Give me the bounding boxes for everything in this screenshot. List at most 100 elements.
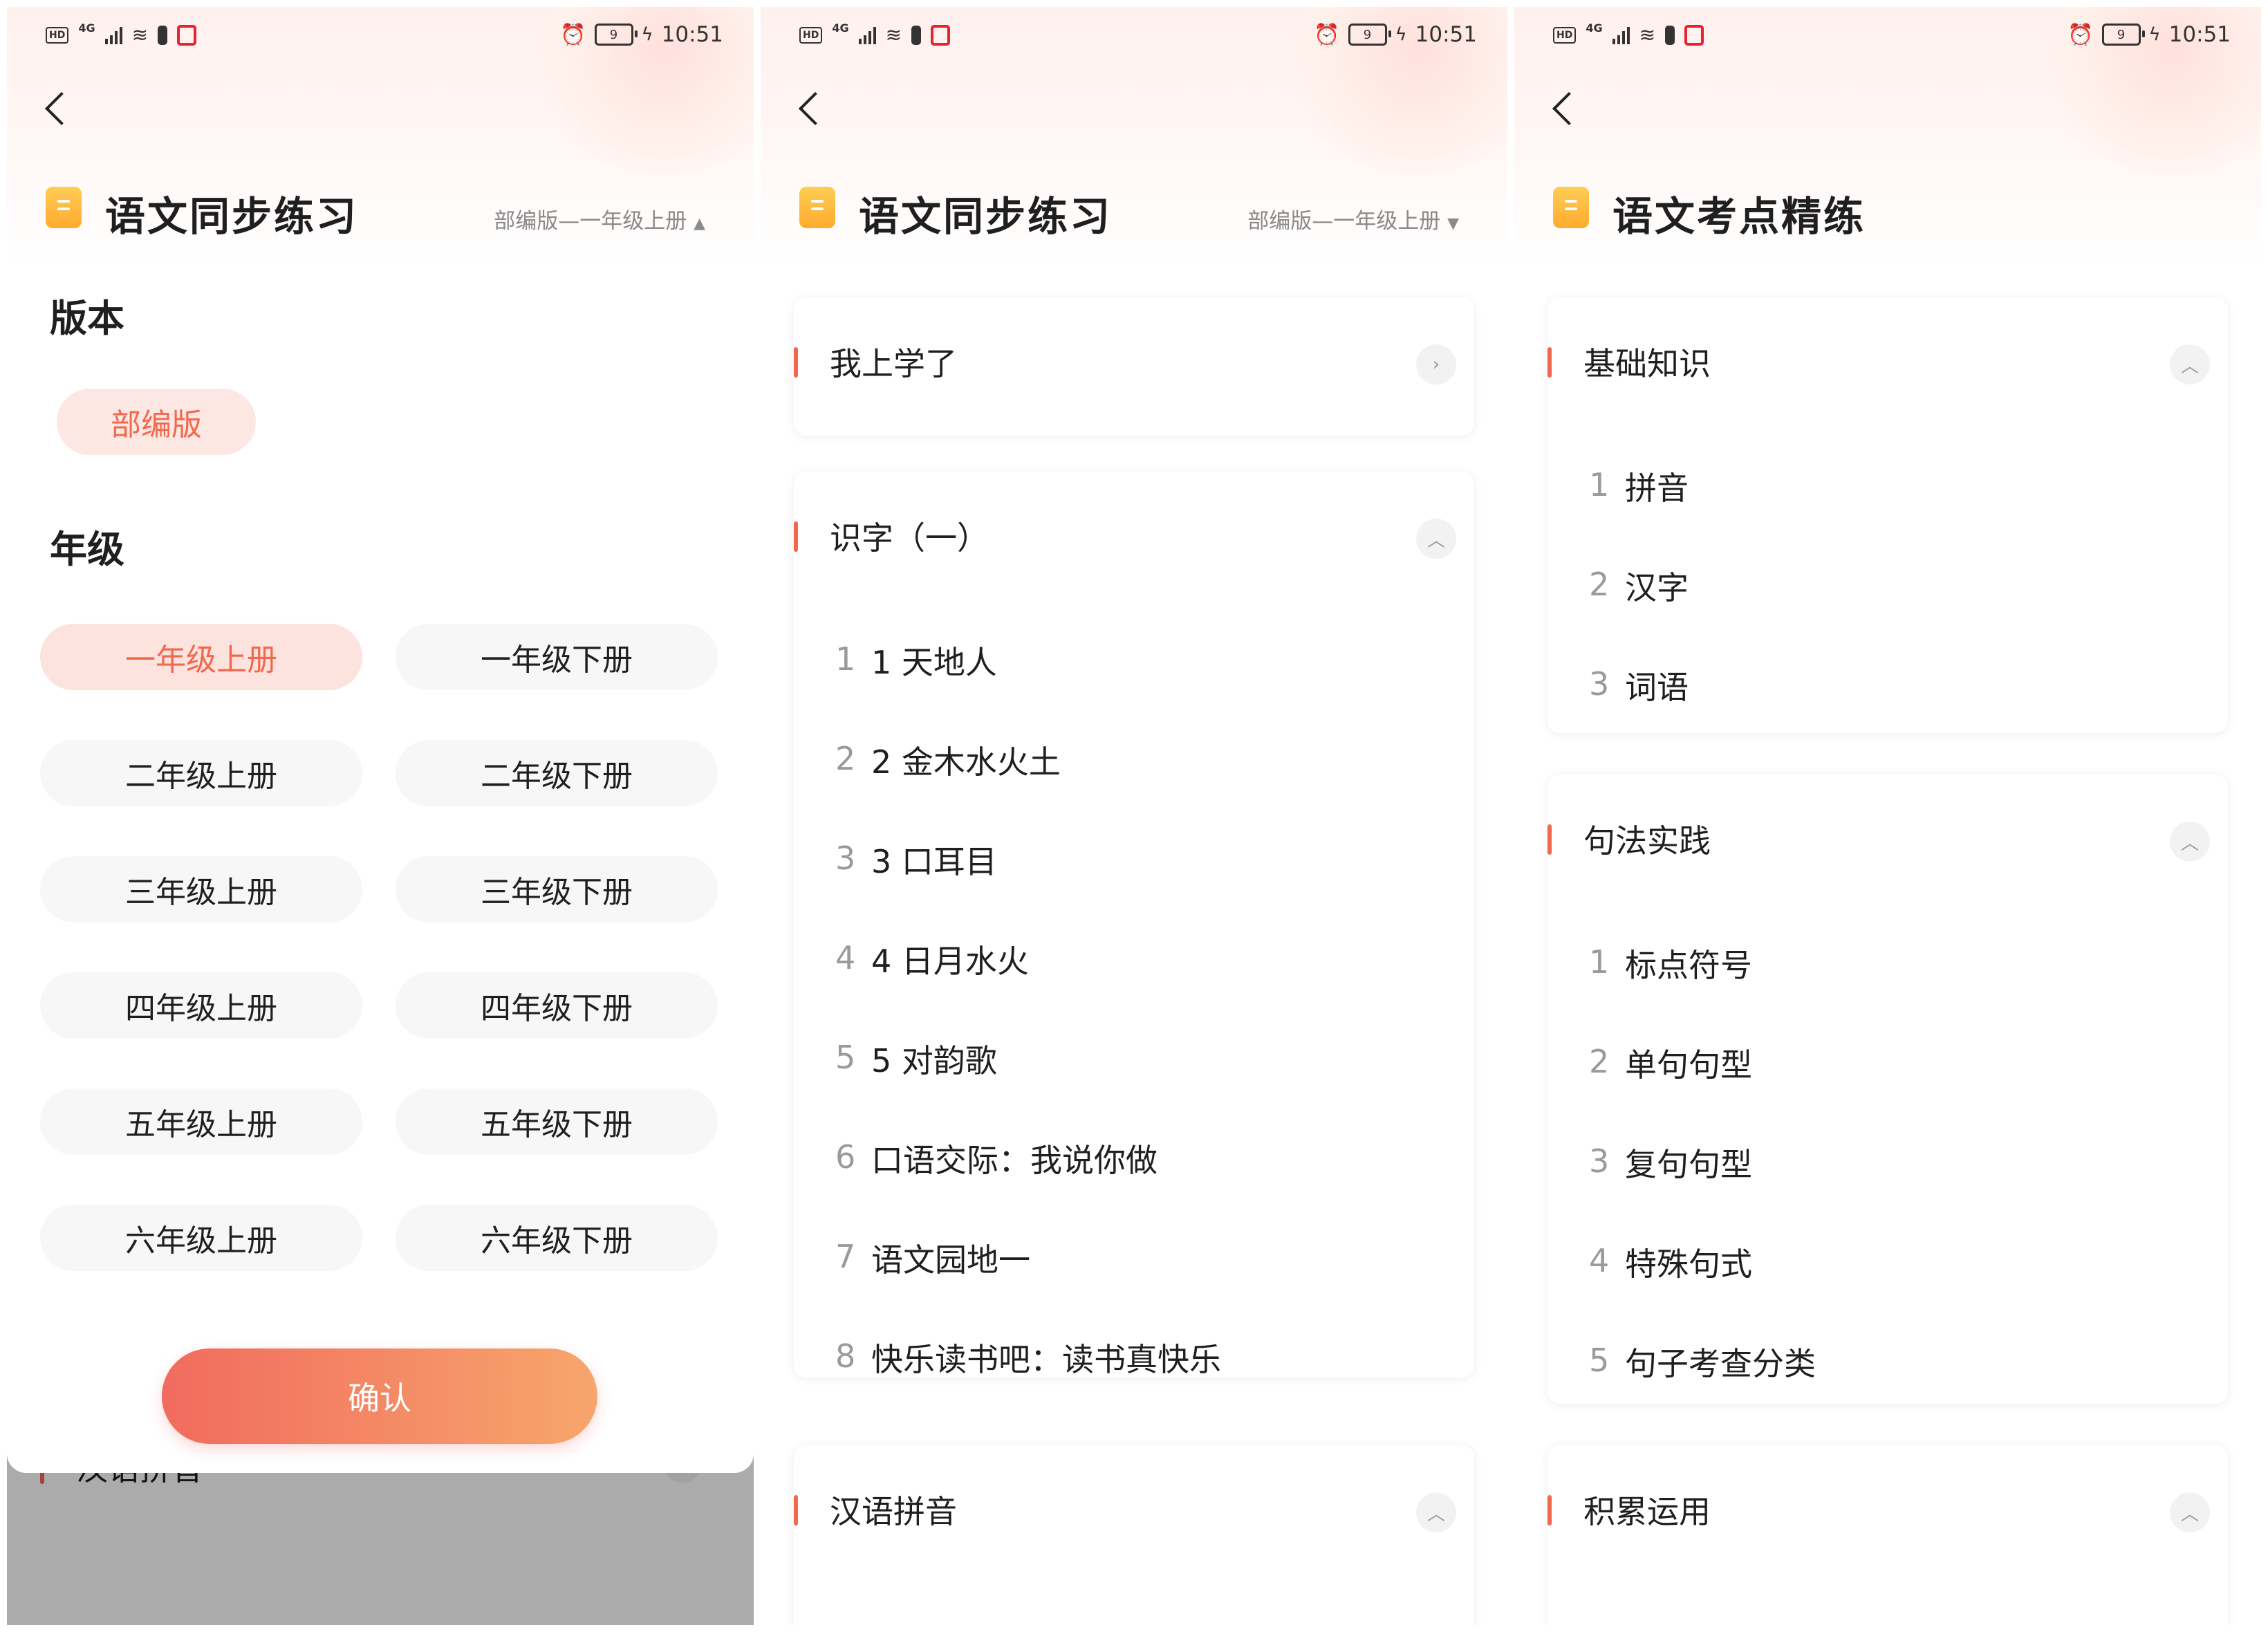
- list-item[interactable]: 1 标点符号: [1547, 913, 2228, 1012]
- grade-button[interactable]: 六年级下册: [396, 1205, 718, 1271]
- list-item[interactable]: 1 1 天地人: [794, 610, 1474, 710]
- unit-card-title: 句法实践: [1583, 822, 1711, 860]
- list-item[interactable]: 3 复句句型: [1547, 1112, 2228, 1212]
- grade-picker-sheet: 版本 部编版 年级 一年级上册 一年级下册 二年级上册 二年级下册 三年级上册 三年级下册…: [7, 235, 754, 1473]
- signal-icon: [1612, 26, 1630, 44]
- chevron-right-icon[interactable]: ›: [1416, 344, 1456, 384]
- unit-card-header[interactable]: 我上学了 ›: [794, 297, 1474, 436]
- notification-icon: [931, 24, 951, 46]
- list-item[interactable]: 8 快乐读书吧：读书真快乐: [794, 1307, 1474, 1407]
- title-row: 语文考点精练: [1553, 180, 2222, 240]
- list-item[interactable]: 2 单句句型: [1547, 1012, 2228, 1112]
- chevron-up-icon[interactable]: ︿: [1416, 519, 1456, 559]
- item-number: 8: [835, 1337, 856, 1375]
- grade-button[interactable]: 五年级下册: [396, 1088, 718, 1155]
- card-accent-bar: [794, 1495, 798, 1526]
- list-item[interactable]: 4 特殊句式: [1547, 1212, 2228, 1311]
- unit-card: 我上学了 ›: [794, 297, 1474, 436]
- list-item[interactable]: 1 拼音: [1547, 436, 2228, 535]
- unit-card-header[interactable]: 积累运用 ︿: [1547, 1445, 2228, 1584]
- confirm-button[interactable]: 确认: [162, 1348, 597, 1444]
- unit-card-header[interactable]: 汉语拼音 ︿: [794, 1445, 1474, 1584]
- charging-icon: ϟ: [641, 24, 653, 45]
- unit-card: 识字（一） ︿ 1 1 天地人 2 2 金木水火土 3 3 口耳目 4 4 日月水火 5 5 对韵歌 6…: [794, 472, 1474, 1378]
- battery-icon: 9: [594, 24, 638, 46]
- status-bar: HD 4G ≋ ⏰ 9 ϟ 10:51: [7, 7, 754, 69]
- list-item[interactable]: 5 句子考查分类: [1547, 1311, 2228, 1411]
- grade-button[interactable]: 五年级上册: [40, 1088, 362, 1155]
- status-time: 10:51: [2168, 22, 2231, 47]
- grade-button[interactable]: 二年级下册: [396, 740, 718, 806]
- item-number: 3: [1589, 1142, 1610, 1180]
- wifi-icon: ≋: [131, 24, 149, 46]
- unit-card-header[interactable]: 基础知识 ︿: [1547, 297, 2228, 436]
- card-accent-bar: [1547, 347, 1552, 378]
- status-bar: HD 4G ≋ ⏰ 9 ϟ 10:51: [1514, 7, 2261, 69]
- hd-badge: HD: [46, 26, 69, 44]
- unit-card-title: 积累运用: [1583, 1493, 1711, 1530]
- status-right: ⏰ 9 ϟ 10:51: [560, 22, 723, 47]
- grade-button[interactable]: 一年级上册: [40, 624, 362, 690]
- battery-saver-icon: [1665, 25, 1675, 45]
- item-label: 词语: [1625, 669, 1689, 706]
- unit-card-header[interactable]: 句法实践 ︿: [1547, 775, 2228, 913]
- item-label: 复句句型: [1625, 1146, 1752, 1183]
- chevron-up-icon[interactable]: ︿: [1416, 1492, 1456, 1532]
- version-grade-picker[interactable]: 部编版—一年级上册 ▼: [1247, 203, 1459, 234]
- item-number: 2: [1589, 566, 1610, 603]
- status-time: 10:51: [1415, 22, 1477, 47]
- title-row: 语文同步练习 部编版—一年级上册 ▼: [799, 180, 1469, 240]
- list-item[interactable]: 7 语文园地一: [794, 1207, 1474, 1307]
- list-item[interactable]: 3 词语: [1547, 635, 2228, 734]
- charging-icon: ϟ: [1395, 24, 1407, 45]
- book-icon: [1553, 187, 1589, 228]
- grade-button[interactable]: 三年级下册: [396, 856, 718, 922]
- battery-level: 9: [609, 27, 618, 42]
- page-title: 语文同步练习: [859, 193, 1113, 240]
- status-right: ⏰ 9 ϟ 10:51: [2067, 22, 2231, 47]
- network-type: 4G: [78, 21, 95, 35]
- list-item[interactable]: 5 5 对韵歌: [794, 1008, 1474, 1108]
- network-type: 4G: [1586, 21, 1603, 35]
- list-item[interactable]: 2 汉字: [1547, 535, 2228, 635]
- caret-up-icon: ▲: [694, 215, 705, 232]
- chevron-up-icon[interactable]: ︿: [2170, 1492, 2210, 1532]
- version-chip[interactable]: 部编版: [57, 389, 256, 455]
- item-label: 特殊句式: [1625, 1245, 1752, 1283]
- item-label: 汉字: [1625, 569, 1689, 606]
- unit-card-header[interactable]: 识字（一） ︿: [794, 472, 1474, 610]
- card-accent-bar: [794, 347, 798, 378]
- grade-button[interactable]: 四年级下册: [396, 972, 718, 1039]
- grade-button[interactable]: 六年级上册: [40, 1205, 362, 1271]
- page-title: 语文考点精练: [1612, 193, 1866, 240]
- item-number: 5: [835, 1039, 856, 1076]
- version-grade-picker[interactable]: 部编版—一年级上册 ▲: [494, 203, 705, 234]
- screen-sync-practice: HD 4G ≋ ⏰ 9 ϟ 10:51 语文同步练习 部编版—一年级上册 ▼ 我上学了 › 识字…: [761, 7, 1507, 1625]
- item-label: 2 金木水火土: [871, 743, 1061, 781]
- picker-label: 部编版—一年级上册: [494, 209, 687, 234]
- grade-button[interactable]: 二年级上册: [40, 740, 362, 806]
- list-item[interactable]: 6 口语交际：我说你做: [794, 1108, 1474, 1207]
- status-right: ⏰ 9 ϟ 10:51: [1314, 22, 1477, 47]
- screen-exam-points: HD 4G ≋ ⏰ 9 ϟ 10:51 语文考点精练 基础知识 ︿ 1 拼音 2 汉字 3 词语 句法实践 ︿…: [1514, 7, 2261, 1625]
- list-item[interactable]: 2 2 金木水火土: [794, 710, 1474, 809]
- item-label: 1 天地人: [871, 644, 997, 681]
- list-item[interactable]: 4 4 日月水火: [794, 909, 1474, 1008]
- card-accent-bar: [1547, 1495, 1552, 1526]
- list-item[interactable]: 3 3 口耳目: [794, 809, 1474, 909]
- battery-saver-icon: [158, 25, 168, 45]
- unit-card: 积累运用 ︿: [1547, 1445, 2228, 1625]
- chevron-up-icon[interactable]: ︿: [2170, 344, 2210, 384]
- unit-card: 汉语拼音 ︿: [794, 1445, 1474, 1625]
- signal-icon: [858, 26, 876, 44]
- lesson-list: 1 拼音 2 汉字 3 词语: [1547, 436, 2228, 734]
- item-number: 1: [1589, 943, 1610, 981]
- grade-button[interactable]: 一年级下册: [396, 624, 718, 690]
- grade-heading: 年级: [50, 528, 124, 571]
- wifi-icon: ≋: [885, 24, 902, 46]
- grade-button[interactable]: 三年级上册: [40, 856, 362, 922]
- grade-button[interactable]: 四年级上册: [40, 972, 362, 1039]
- alarm-icon: ⏰: [2067, 22, 2094, 47]
- picker-label: 部编版—一年级上册: [1247, 209, 1441, 234]
- chevron-up-icon[interactable]: ︿: [2170, 822, 2210, 862]
